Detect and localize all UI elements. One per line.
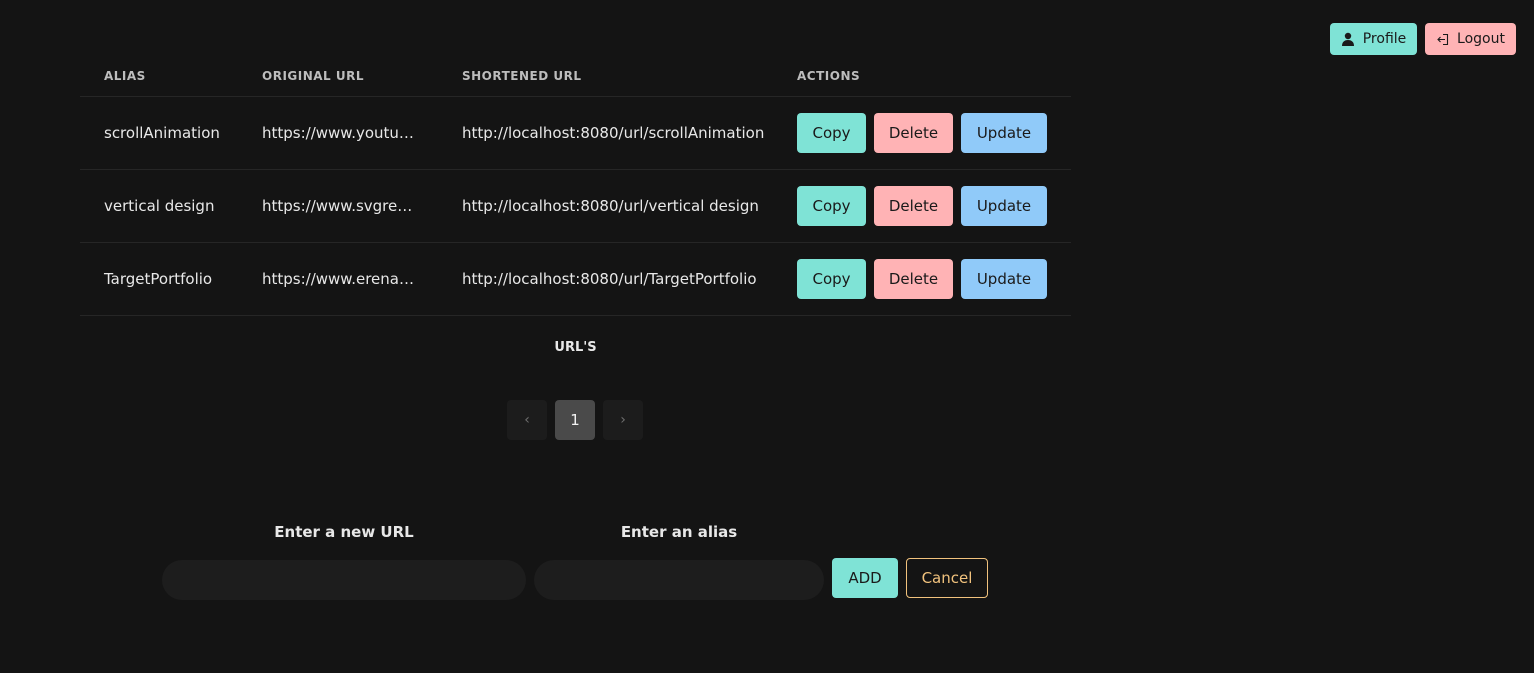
table-row: scrollAnimation https://www.youtub... ht… xyxy=(80,97,1071,170)
update-button[interactable]: Update xyxy=(961,113,1047,153)
profile-button[interactable]: Profile xyxy=(1330,23,1417,55)
profile-label: Profile xyxy=(1362,31,1407,47)
delete-button[interactable]: Delete xyxy=(874,113,953,153)
new-url-input[interactable] xyxy=(162,560,526,600)
page: Profile Logout ALIAS ORIGINAL URL SHORTE… xyxy=(0,0,1534,673)
logout-label: Logout xyxy=(1457,31,1505,47)
column-header-actions: ACTIONS xyxy=(797,69,861,83)
table-caption: URL'S xyxy=(554,340,597,355)
user-icon xyxy=(1341,32,1355,46)
original-url-cell: https://www.youtub... xyxy=(262,124,423,142)
alias-input[interactable] xyxy=(534,560,824,600)
header-actions: Profile Logout xyxy=(1330,23,1516,55)
shortened-url-cell: http://localhost:8080/url/vertical desig… xyxy=(462,197,759,215)
alias-cell: scrollAnimation xyxy=(104,124,220,142)
alias-cell: vertical design xyxy=(104,197,215,215)
chevron-left-icon: ‹ xyxy=(524,412,530,428)
copy-button[interactable]: Copy xyxy=(797,259,866,299)
table-header: ALIAS ORIGINAL URL SHORTENED URL ACTIONS xyxy=(80,56,1071,97)
row-actions: Copy Delete Update xyxy=(797,186,1071,226)
update-button[interactable]: Update xyxy=(961,259,1047,299)
column-header-alias: ALIAS xyxy=(104,69,146,83)
cancel-button[interactable]: Cancel xyxy=(906,558,988,598)
previous-page-button[interactable]: ‹ xyxy=(507,400,547,440)
chevron-right-icon: › xyxy=(620,412,626,428)
add-button[interactable]: ADD xyxy=(832,558,898,598)
delete-button[interactable]: Delete xyxy=(874,259,953,299)
url-table: ALIAS ORIGINAL URL SHORTENED URL ACTIONS… xyxy=(80,56,1071,316)
logout-button[interactable]: Logout xyxy=(1425,23,1516,55)
row-actions: Copy Delete Update xyxy=(797,113,1071,153)
page-number-button[interactable]: 1 xyxy=(555,400,595,440)
row-actions: Copy Delete Update xyxy=(797,259,1071,299)
copy-button[interactable]: Copy xyxy=(797,186,866,226)
column-header-original-url: ORIGINAL URL xyxy=(262,69,365,83)
new-url-label: Enter a new URL xyxy=(274,523,414,541)
delete-button[interactable]: Delete xyxy=(874,186,953,226)
shortened-url-cell: http://localhost:8080/url/TargetPortfoli… xyxy=(462,270,757,288)
shortened-url-cell: http://localhost:8080/url/scrollAnimatio… xyxy=(462,124,765,142)
next-page-button[interactable]: › xyxy=(603,400,643,440)
original-url-cell: https://www.svgrep... xyxy=(262,197,422,215)
original-url-cell: https://www.erenay... xyxy=(262,270,420,288)
alias-cell: TargetPortfolio xyxy=(104,270,213,288)
logout-icon xyxy=(1436,33,1449,46)
update-button[interactable]: Update xyxy=(961,186,1047,226)
table-row: vertical design https://www.svgrep... ht… xyxy=(80,170,1071,243)
column-header-shortened-url: SHORTENED URL xyxy=(462,69,582,83)
alias-label: Enter an alias xyxy=(620,523,738,541)
copy-button[interactable]: Copy xyxy=(797,113,866,153)
pagination: ‹ 1 › xyxy=(507,400,643,440)
table-row: TargetPortfolio https://www.erenay... ht… xyxy=(80,243,1071,316)
